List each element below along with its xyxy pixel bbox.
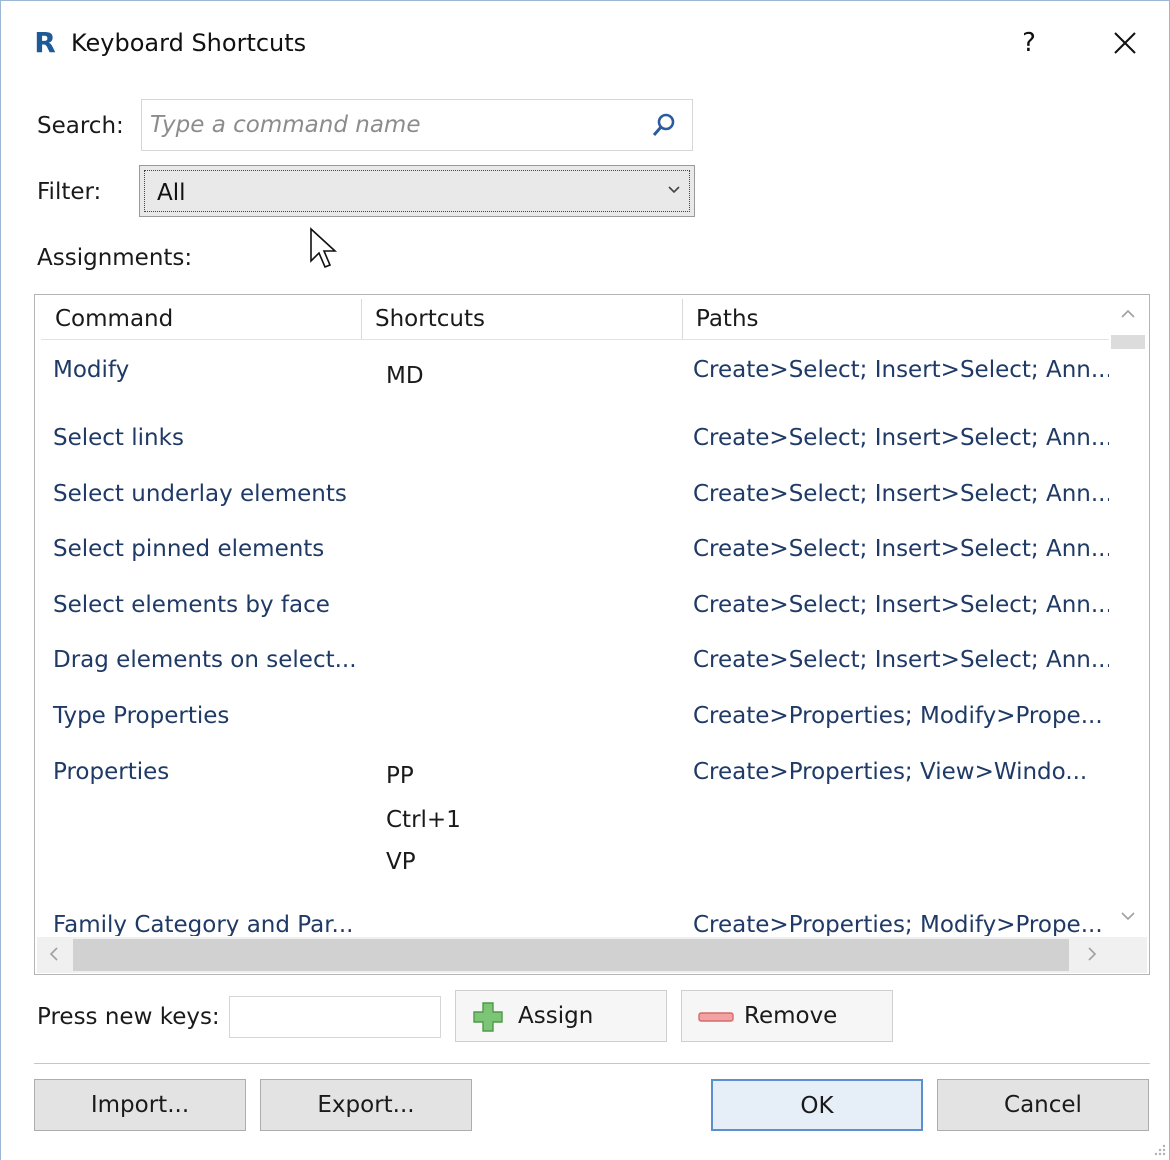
command-cell: Modify (53, 357, 130, 383)
assign-button[interactable]: Assign (455, 990, 667, 1042)
command-cell: Select pinned elements (53, 536, 325, 562)
footer-divider (34, 1063, 1150, 1064)
path-cell: Create>Select; Insert>Select; Ann... (693, 481, 1113, 507)
press-new-keys-label: Press new keys: (37, 1004, 220, 1030)
path-cell: Create>Properties; Modify>Prope... (693, 912, 1103, 936)
path-cell: Create>Select; Insert>Select; Ann... (693, 592, 1113, 618)
help-button[interactable]: ? (1005, 21, 1053, 65)
search-label: Search: (37, 113, 124, 139)
table-row[interactable]: Family Category and Par... Create>Proper… (41, 906, 1109, 936)
cancel-button[interactable]: Cancel (937, 1079, 1149, 1131)
path-cell: Create>Properties; View>Windo... (693, 759, 1088, 785)
column-header-paths[interactable]: Paths (682, 304, 1108, 340)
shortcut-cell: VP (386, 849, 416, 875)
app-icon: R (34, 26, 56, 59)
shortcut-cell: Ctrl+1 (386, 807, 461, 833)
keyboard-shortcuts-dialog: R Keyboard Shortcuts ? Search: Filter: A… (0, 0, 1170, 1160)
path-cell: Create>Select; Insert>Select; Ann... (693, 536, 1113, 562)
assign-label: Assign (518, 1003, 594, 1029)
search-field[interactable] (141, 99, 693, 151)
window-title: Keyboard Shortcuts (71, 29, 307, 57)
scroll-left-arrow-icon[interactable] (47, 945, 61, 963)
command-cell: Properties (53, 759, 170, 785)
remove-button[interactable]: Remove (681, 990, 893, 1042)
export-button[interactable]: Export... (260, 1079, 472, 1131)
import-button[interactable]: Import... (34, 1079, 246, 1131)
press-new-keys-input[interactable] (229, 996, 441, 1038)
shortcut-cell: PP (386, 763, 414, 789)
remove-label: Remove (744, 1003, 838, 1029)
command-cell: Type Properties (53, 703, 230, 729)
filter-label: Filter: (37, 179, 102, 205)
close-button[interactable] (1099, 21, 1151, 65)
command-cell: Family Category and Par... (53, 912, 354, 936)
scroll-up-arrow-icon[interactable] (1119, 307, 1137, 321)
vertical-scrollbar[interactable] (1109, 299, 1147, 935)
search-icon[interactable] (649, 111, 679, 141)
path-cell: Create>Select; Insert>Select; Ann... (693, 425, 1113, 451)
vertical-scroll-thumb[interactable] (1111, 335, 1145, 349)
command-cell: Select elements by face (53, 592, 330, 618)
command-cell: Drag elements on select... (53, 647, 357, 673)
scroll-right-arrow-icon[interactable] (1085, 945, 1099, 963)
filter-focus-rect: All (144, 170, 690, 212)
title-bar: R Keyboard Shortcuts ? (1, 1, 1169, 79)
chevron-down-icon[interactable] (665, 181, 683, 199)
path-cell: Create>Select; Insert>Select; Ann... (693, 357, 1113, 383)
minus-icon (698, 1012, 734, 1022)
search-input[interactable] (150, 108, 640, 142)
command-cell: Select links (53, 425, 184, 451)
assignments-table[interactable] (34, 294, 1150, 975)
column-header-shortcuts[interactable]: Shortcuts (361, 304, 681, 340)
mouse-cursor-icon (310, 227, 338, 269)
resize-grip-icon[interactable] (1149, 1141, 1167, 1159)
filter-dropdown[interactable]: All (139, 165, 695, 217)
column-header-command[interactable]: Command (41, 304, 361, 340)
filter-selected-value: All (157, 180, 186, 206)
path-cell: Create>Properties; Modify>Prope... (693, 703, 1103, 729)
command-cell: Select underlay elements (53, 481, 347, 507)
ok-button[interactable]: OK (711, 1079, 923, 1131)
path-cell: Create>Select; Insert>Select; Ann... (693, 647, 1113, 673)
plus-icon (473, 1002, 503, 1032)
assignments-label: Assignments: (37, 245, 193, 271)
shortcut-cell: MD (386, 363, 424, 389)
header-divider (41, 339, 1109, 340)
horizontal-scroll-thumb[interactable] (73, 939, 1069, 971)
scroll-down-arrow-icon[interactable] (1119, 909, 1137, 923)
close-icon (1114, 32, 1136, 54)
